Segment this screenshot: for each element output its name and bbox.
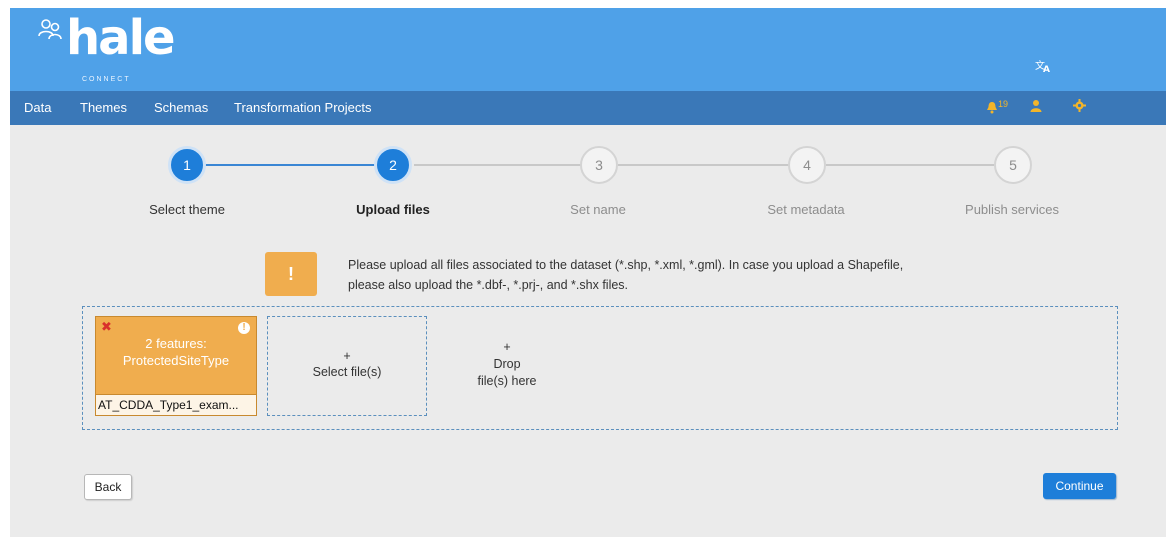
- logo-subtext: CONNECT: [82, 76, 131, 83]
- stepper-line-4: [826, 164, 994, 166]
- stepper-line-1: [196, 164, 376, 166]
- logo-people-icon: [38, 19, 62, 40]
- drop-files-plus: +: [503, 340, 511, 354]
- select-files-button[interactable]: + Select file(s): [267, 316, 427, 416]
- stepper-line-3: [618, 164, 790, 166]
- svg-text:A: A: [1043, 65, 1050, 74]
- file-feature-type: ProtectedSiteType: [122, 353, 230, 368]
- file-warning-icon[interactable]: !: [238, 322, 250, 334]
- step-4-label: Set metadata: [767, 202, 845, 217]
- step-3-circle: 3: [580, 146, 618, 184]
- main-navbar: Data Themes Schemas Transformation Proje…: [10, 91, 1166, 125]
- step-4-circle: 4: [788, 146, 826, 184]
- stepper-line-2: [414, 164, 582, 166]
- gear-icon: [1073, 99, 1086, 112]
- nav-item-data[interactable]: Data: [24, 100, 51, 115]
- translate-icon[interactable]: 文 A: [1035, 58, 1051, 77]
- user-button[interactable]: [1030, 99, 1042, 115]
- drop-files-line-2: file(s) here: [477, 374, 537, 388]
- file-feature-count: 2 features:: [145, 336, 207, 351]
- continue-button[interactable]: Continue: [1043, 473, 1116, 499]
- nav-item-themes[interactable]: Themes: [80, 100, 127, 115]
- step-5-label: Publish services: [965, 202, 1059, 217]
- drop-files-line-1: Drop: [493, 357, 521, 371]
- nav-item-schemas[interactable]: Schemas: [154, 100, 208, 115]
- logo-text: hale: [66, 10, 176, 66]
- step-3-label: Set name: [570, 202, 626, 217]
- upload-instructions-line-1: Please upload all files associated to th…: [348, 258, 904, 272]
- step-2-circle[interactable]: 2: [374, 146, 412, 184]
- settings-button[interactable]: [1073, 99, 1086, 115]
- notifications-button[interactable]: 19: [986, 99, 1008, 116]
- file-feature-summary: 2 features: ProtectedSiteType: [96, 335, 256, 369]
- uploaded-file-card[interactable]: ✖ ! 2 features: ProtectedSiteType AT_CDD…: [95, 316, 257, 416]
- upload-instructions: Please upload all files associated to th…: [348, 255, 968, 295]
- nav-item-transformation-projects[interactable]: Transformation Projects: [234, 100, 372, 115]
- upload-dropzone[interactable]: ✖ ! 2 features: ProtectedSiteType AT_CDD…: [82, 306, 1118, 430]
- upload-instructions-line-2: please also upload the *.dbf-, *.prj-, a…: [348, 278, 629, 292]
- step-2-label: Upload files: [356, 202, 430, 217]
- notifications-count: 19: [998, 99, 1009, 109]
- step-1-label: Select theme: [149, 202, 225, 217]
- drop-files-hint: + Drop file(s) here: [455, 339, 559, 390]
- file-name: AT_CDDA_Type1_exam...: [96, 394, 256, 415]
- back-button[interactable]: Back: [84, 474, 132, 500]
- app-frame: hale CONNECT 文 A Data Themes Schemas Tra…: [10, 8, 1166, 537]
- user-icon: [1030, 100, 1042, 112]
- step-1-circle[interactable]: 1: [168, 146, 206, 184]
- bell-icon: [987, 101, 997, 114]
- step-5-circle: 5: [994, 146, 1032, 184]
- warning-icon: !: [265, 252, 317, 296]
- select-files-plus: +: [343, 349, 351, 363]
- remove-file-icon[interactable]: ✖: [101, 319, 112, 335]
- select-files-label: Select file(s): [312, 365, 382, 379]
- header-bar: hale CONNECT 文 A: [10, 8, 1166, 91]
